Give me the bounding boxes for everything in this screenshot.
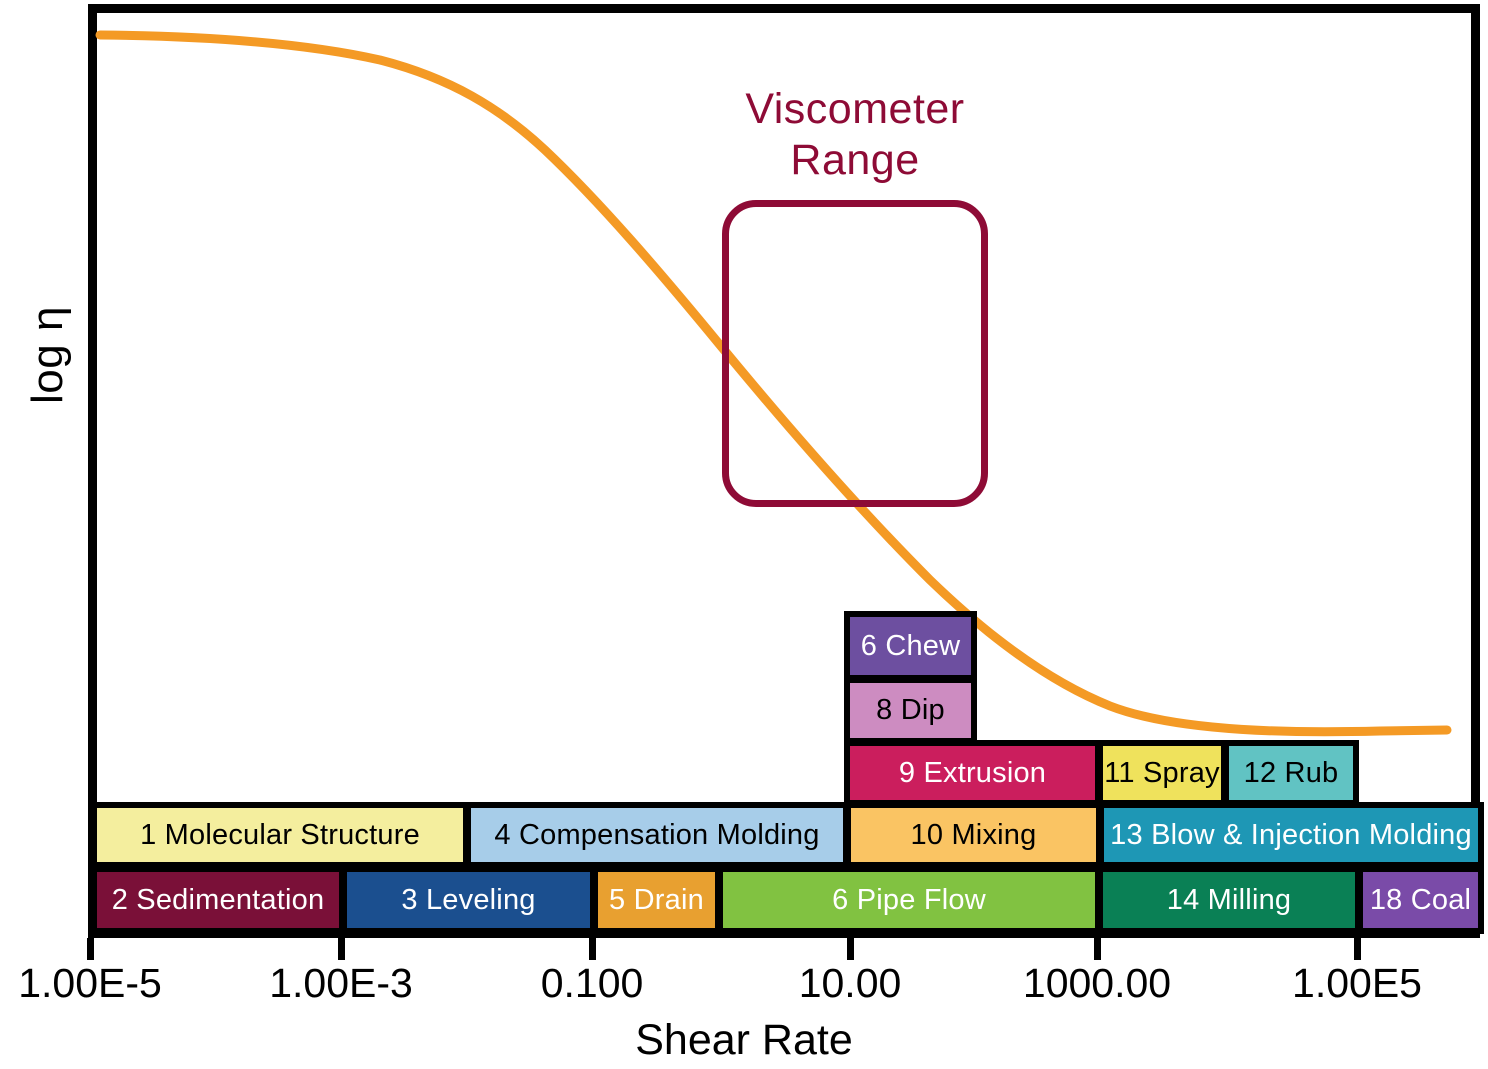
viscometer-range-label-line2: Range	[790, 136, 920, 184]
y-axis-title: log η	[23, 306, 72, 404]
x-axis-tick-label-3: 10.00	[798, 960, 902, 1006]
x-axis-tick-3	[847, 938, 854, 960]
bar-8-dip[interactable]: 8 Dip	[844, 677, 977, 744]
x-axis-title: Shear Rate	[635, 1016, 853, 1064]
x-axis-tick-label-5: 1.00E5	[1292, 960, 1422, 1006]
viscosity-shear-rate-chart: log η Viscometer Range 6 Chew 8 Dip 9 Ex…	[0, 0, 1488, 1069]
bar-1-molecular-structure[interactable]: 1 Molecular Structure	[91, 802, 469, 868]
bar-6-pipe-flow[interactable]: 6 Pipe Flow	[717, 866, 1101, 934]
bar-14-milling[interactable]: 14 Milling	[1097, 866, 1361, 934]
x-axis-tick-1	[338, 938, 345, 960]
bar-9-extrusion[interactable]: 9 Extrusion	[844, 740, 1101, 806]
bar-3-leveling[interactable]: 3 Leveling	[341, 866, 596, 934]
bar-12-rub[interactable]: 12 Rub	[1223, 740, 1359, 806]
x-axis-tick-label-0: 1.00E-5	[18, 960, 162, 1006]
x-axis-tick-label-1: 1.00E-3	[269, 960, 413, 1006]
bar-18-coal[interactable]: 18 Coal	[1357, 866, 1484, 934]
x-axis-tick-2	[589, 938, 596, 960]
x-axis-tick-5	[1354, 938, 1361, 960]
x-axis-tick-label-2: 0.100	[540, 960, 644, 1006]
x-axis-tick-label-4: 1000.00	[1022, 960, 1172, 1006]
bar-2-sedimentation[interactable]: 2 Sedimentation	[91, 866, 345, 934]
x-axis-tick-4	[1094, 938, 1101, 960]
bar-6-chew[interactable]: 6 Chew	[844, 611, 977, 681]
viscometer-range-box	[722, 200, 988, 507]
bar-11-spray[interactable]: 11 Spray	[1097, 740, 1227, 806]
bar-5-drain[interactable]: 5 Drain	[592, 866, 721, 934]
viscometer-range-label: Viscometer Range	[672, 84, 1038, 186]
viscometer-range-label-line1: Viscometer	[745, 85, 965, 133]
bar-4-compensation-molding[interactable]: 4 Compensation Molding	[465, 802, 849, 868]
x-axis-tick-0	[87, 938, 94, 960]
bar-10-mixing[interactable]: 10 Mixing	[845, 802, 1102, 868]
bar-13-blow-injection-molding[interactable]: 13 Blow & Injection Molding	[1098, 802, 1484, 868]
